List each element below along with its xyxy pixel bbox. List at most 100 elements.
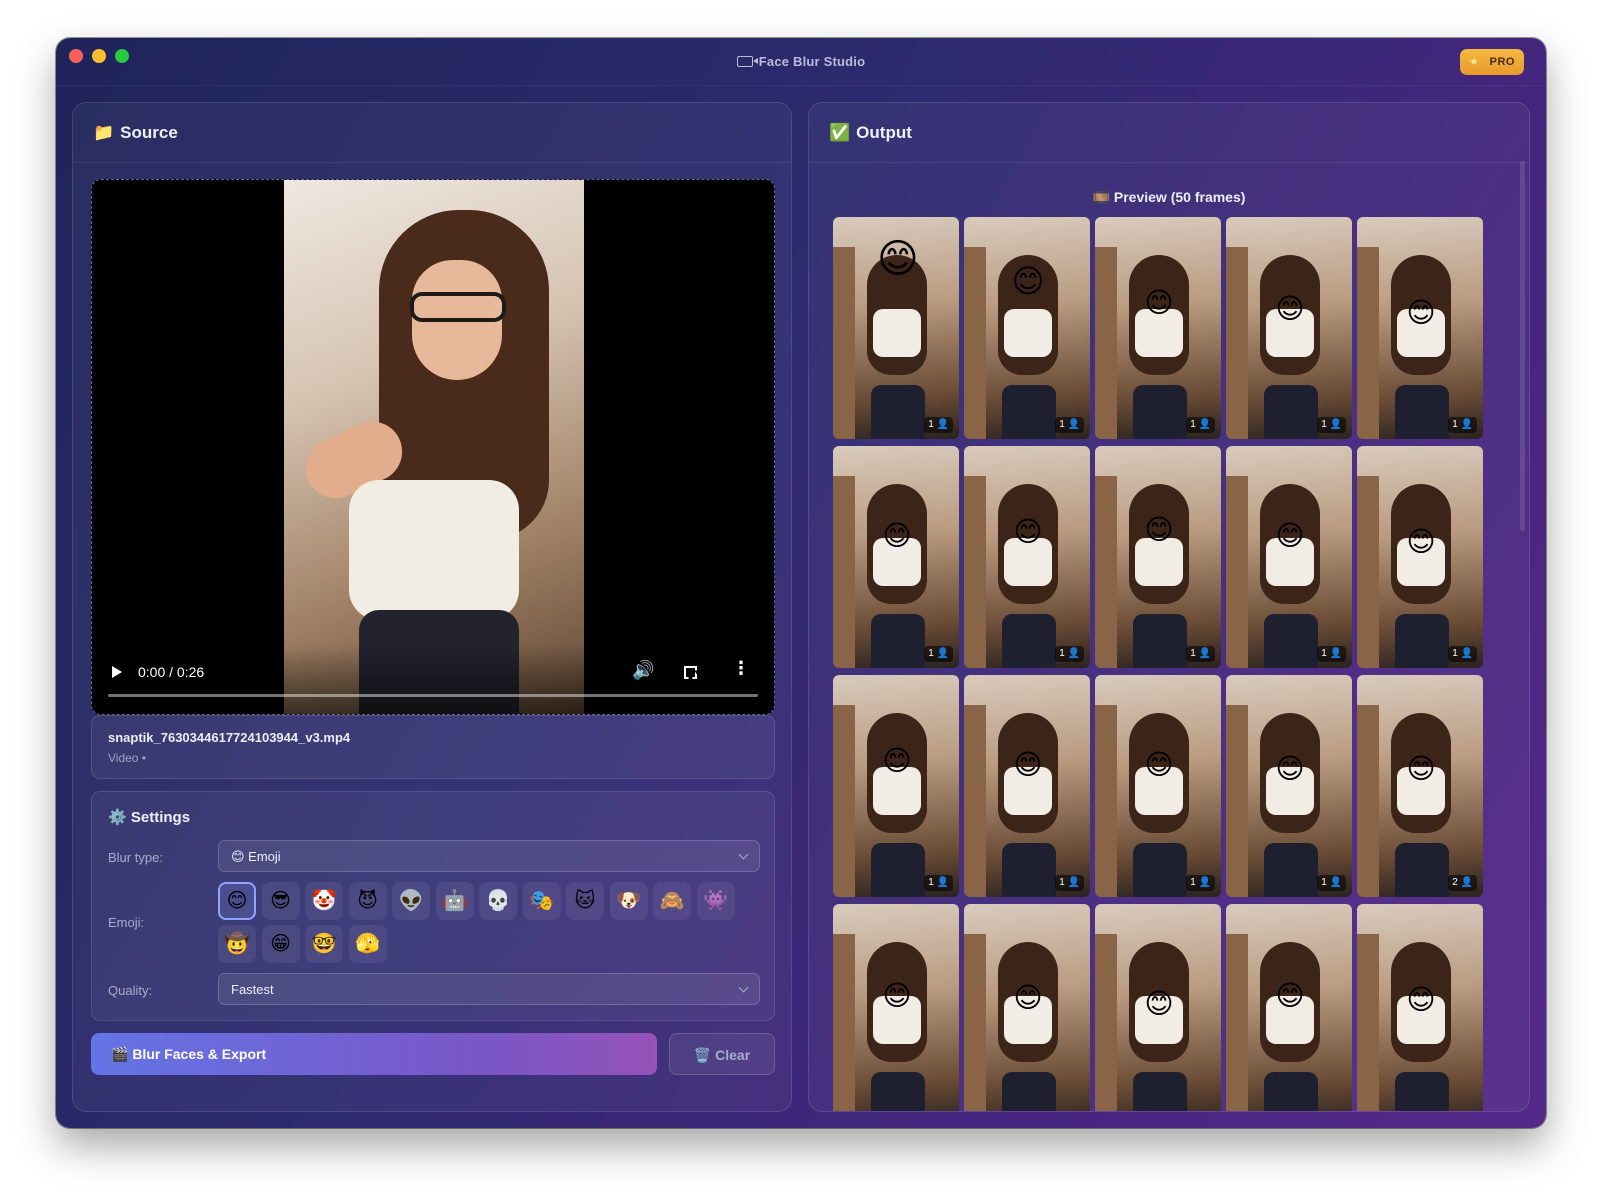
face-emoji-overlay: 😊 xyxy=(1275,520,1305,551)
video-player[interactable]: 0:00 / 0:26 🔊 ⋮ xyxy=(91,179,775,715)
face-emoji-overlay: 😊 xyxy=(1144,287,1174,318)
emoji-option[interactable]: 💀 xyxy=(479,882,517,920)
face-count-badge: 2 👤 xyxy=(1448,875,1477,891)
face-count-badge: 1 👤 xyxy=(924,417,953,433)
person-icon: 👤 xyxy=(1457,419,1473,430)
emoji-option[interactable]: 🐶 xyxy=(609,882,648,920)
output-scrollbar[interactable] xyxy=(1520,161,1525,531)
chevron-down-icon xyxy=(738,982,749,993)
preview-frame[interactable]: 😊 1 👤 xyxy=(964,446,1090,668)
person-icon: 👤 xyxy=(1195,648,1211,659)
blur-faces-export-button[interactable]: 🎬 Blur Faces & Export xyxy=(91,1033,657,1075)
blur-type-select[interactable]: 😊 Emoji xyxy=(218,840,760,872)
preview-frame[interactable]: 😊 1 👤 xyxy=(1095,446,1221,668)
emoji-option[interactable]: 🤖 xyxy=(435,882,474,920)
preview-frame[interactable]: 😊 2 👤 xyxy=(1357,675,1483,897)
video-controls: 0:00 / 0:26 🔊 ⋮ xyxy=(92,644,774,714)
preview-frame[interactable]: 😊 1 👤 xyxy=(1226,446,1352,668)
folder-icon: 📁 xyxy=(93,123,115,142)
face-count-badge: 1 👤 xyxy=(1055,875,1084,891)
clear-button[interactable]: 🗑️ Clear xyxy=(669,1033,775,1075)
emoji-option[interactable]: 🤡 xyxy=(305,882,343,920)
preview-frame[interactable]: 😊 xyxy=(1226,904,1352,1111)
preview-frame[interactable]: 😊 xyxy=(833,904,959,1111)
app-window: Face Blur Studio ★ PRO 📁 Source 0:00 / 0:2… xyxy=(56,38,1546,1128)
emoji-option[interactable]: 😁 xyxy=(261,925,300,963)
preview-frame[interactable]: 😊 xyxy=(1095,904,1221,1111)
person-icon: 👤 xyxy=(1326,648,1342,659)
fullscreen-icon[interactable] xyxy=(684,666,697,679)
emoji-option[interactable]: 🐱 xyxy=(566,882,604,920)
emoji-option[interactable]: 🎭 xyxy=(522,882,561,920)
title-bar: Face Blur Studio ★ PRO xyxy=(56,38,1546,86)
blur-type-label: Blur type: xyxy=(108,850,163,865)
emoji-option[interactable]: 👾 xyxy=(696,882,735,920)
output-panel: ✅ Output 🎞️ Preview (50 frames) 😊 1 👤 😊 1 👤 😊… xyxy=(808,102,1530,1112)
person-icon: 👤 xyxy=(1064,419,1080,430)
preview-frame[interactable]: 😊 1 👤 xyxy=(1226,675,1352,897)
face-count-badge: 1 👤 xyxy=(1448,417,1477,433)
person-icon: 👤 xyxy=(1195,877,1211,888)
person-icon: 👤 xyxy=(1195,419,1211,430)
file-name: snaptik_7630344617724103944_v3.mp4 xyxy=(108,730,351,745)
preview-frame-grid[interactable]: 😊 1 👤 😊 1 👤 😊 1 👤 😊 1 👤 😊 1 👤 😊 1 👤 😊 1 👤 😊 1 👤 😊 1 👤 😊 1 👤… xyxy=(833,217,1489,1111)
person-icon: 👤 xyxy=(1064,648,1080,659)
gear-icon: ⚙️ xyxy=(108,809,127,826)
face-count-badge: 1 👤 xyxy=(924,646,953,662)
output-heading: ✅ Output xyxy=(809,103,1529,163)
face-count-badge: 1 👤 xyxy=(1317,875,1346,891)
quality-select[interactable]: Fastest xyxy=(218,973,760,1005)
face-count-badge: 1 👤 xyxy=(1055,417,1084,433)
preview-frame[interactable]: 😊 1 👤 xyxy=(833,217,959,439)
volume-icon[interactable]: 🔊 xyxy=(632,660,654,681)
emoji-option[interactable]: 😊 xyxy=(218,882,256,920)
emoji-option[interactable]: 🤓 xyxy=(305,925,343,963)
face-emoji-overlay: 😊 xyxy=(1013,516,1043,547)
more-options-icon[interactable]: ⋮ xyxy=(732,658,750,679)
preview-frame[interactable]: 😊 1 👤 xyxy=(833,446,959,668)
face-count-badge: 1 👤 xyxy=(1186,646,1215,662)
emoji-option[interactable]: 🙈 xyxy=(653,882,691,920)
emoji-option[interactable]: 🫣 xyxy=(348,925,387,963)
preview-frame[interactable]: 😊 1 👤 xyxy=(1226,217,1352,439)
face-emoji-overlay: 😊 xyxy=(877,237,919,281)
face-emoji-overlay: 😊 xyxy=(1013,982,1043,1013)
preview-frame[interactable]: 😊 1 👤 xyxy=(833,675,959,897)
face-emoji-overlay: 😊 xyxy=(1144,988,1174,1019)
preview-frame[interactable]: 😊 1 👤 xyxy=(1095,217,1221,439)
preview-frame[interactable]: 😊 xyxy=(964,904,1090,1111)
emoji-option[interactable]: 👽 xyxy=(392,882,430,920)
pro-button[interactable]: ★ PRO xyxy=(1460,49,1524,75)
video-progress-bar[interactable] xyxy=(108,694,758,697)
play-icon[interactable] xyxy=(112,666,122,678)
check-icon: ✅ xyxy=(829,123,851,142)
face-count-badge: 1 👤 xyxy=(1317,646,1346,662)
emoji-option[interactable]: 🤠 xyxy=(218,925,256,963)
face-emoji-overlay: 😊 xyxy=(1144,514,1174,545)
person-icon: 👤 xyxy=(1064,877,1080,888)
face-emoji-overlay: 😊 xyxy=(1144,749,1174,780)
emoji-label: Emoji: xyxy=(108,915,145,930)
face-emoji-overlay: 😊 xyxy=(882,520,912,551)
emoji-option[interactable]: 😎 xyxy=(261,882,300,920)
source-panel: 📁 Source 0:00 / 0:26 🔊 ⋮ snaptik_7630344… xyxy=(72,102,792,1112)
settings-section: ⚙️ Settings Blur type: 😊 Emoji Emoji: 😊 😎… xyxy=(91,791,775,1021)
preview-frame[interactable]: 😊 1 👤 xyxy=(1357,217,1483,439)
preview-frame[interactable]: 😊 xyxy=(1357,904,1483,1111)
face-emoji-overlay: 😊 xyxy=(1406,297,1436,328)
emoji-option[interactable]: 😈 xyxy=(348,882,387,920)
face-emoji-overlay: 😊 xyxy=(882,745,912,776)
person-icon: 👤 xyxy=(933,648,949,659)
preview-frame[interactable]: 😊 1 👤 xyxy=(964,217,1090,439)
video-time: 0:00 / 0:26 xyxy=(138,664,205,680)
preview-frame[interactable]: 😊 1 👤 xyxy=(1095,675,1221,897)
face-emoji-overlay: 😊 xyxy=(1406,526,1436,557)
preview-title: 🎞️ Preview (50 frames) xyxy=(1092,189,1246,205)
preview-frame[interactable]: 😊 1 👤 xyxy=(1357,446,1483,668)
person-icon: 👤 xyxy=(1326,419,1342,430)
person-icon: 👤 xyxy=(1457,648,1473,659)
preview-frame[interactable]: 😊 1 👤 xyxy=(964,675,1090,897)
face-emoji-overlay: 😊 xyxy=(882,980,912,1011)
video-frame xyxy=(284,180,584,714)
face-count-badge: 1 👤 xyxy=(1317,417,1346,433)
